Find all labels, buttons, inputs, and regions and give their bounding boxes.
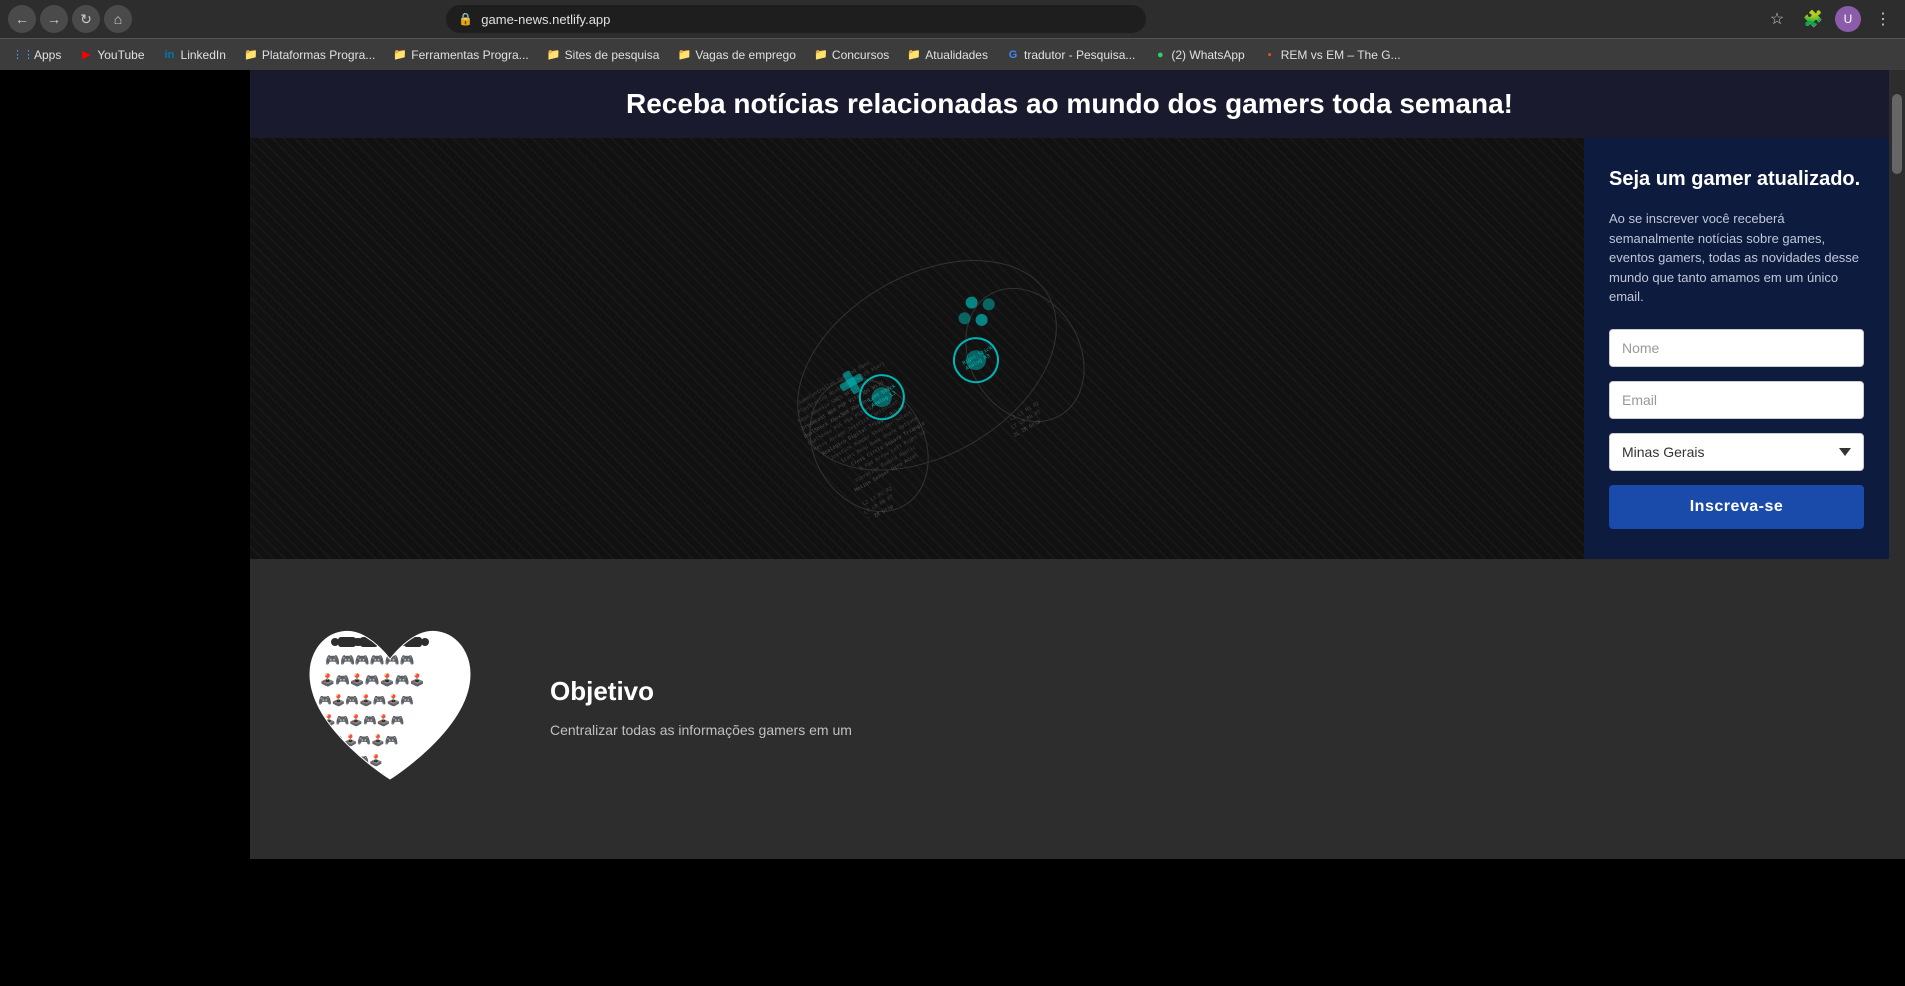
svg-text:🕹️🎮🕹️: 🕹️🎮🕹️ xyxy=(342,754,383,767)
refresh-button[interactable]: ↻ xyxy=(72,5,100,33)
bookmark-rem[interactable]: ▪ REM vs EM – The G... xyxy=(1255,45,1409,65)
menu-button[interactable]: ⋮ xyxy=(1869,5,1897,33)
linkedin-icon: in xyxy=(163,48,177,62)
folder-icon-1: 📁 xyxy=(244,48,258,62)
bookmark-apps[interactable]: ⋮⋮ Apps xyxy=(8,45,69,65)
bookmark-plataformas[interactable]: 📁 Plataformas Progra... xyxy=(236,45,383,65)
bookmark-linkedin-label: LinkedIn xyxy=(181,48,226,62)
form-card-description: Ao se inscrever você receberá semanalmen… xyxy=(1609,209,1864,307)
folder-icon-3: 📁 xyxy=(547,48,561,62)
state-select[interactable]: Minas Gerais São Paulo Rio de Janeiro Ba… xyxy=(1609,433,1864,471)
svg-text:🕹️🎮🕹️🎮🕹️🎮: 🕹️🎮🕹️🎮🕹️🎮 xyxy=(322,714,404,727)
bookmark-sites[interactable]: 📁 Sites de pesquisa xyxy=(539,45,668,65)
rem-icon: ▪ xyxy=(1263,48,1277,62)
bookmark-sites-label: Sites de pesquisa xyxy=(565,48,660,62)
forward-button[interactable]: → xyxy=(40,5,68,33)
bookmark-whatsapp[interactable]: ● (2) WhatsApp xyxy=(1145,45,1252,65)
bookmark-apps-label: Apps xyxy=(34,48,61,62)
svg-text:🎮🕹️🎮🕹️🎮: 🎮🕹️🎮🕹️🎮 xyxy=(330,734,399,747)
main-content-area: Receba notícias relacionadas ao mundo do… xyxy=(250,70,1889,859)
bookmark-tradutor[interactable]: G tradutor - Pesquisa... xyxy=(998,45,1143,65)
browser-actions: ☆ 🧩 U ⋮ xyxy=(1763,5,1897,33)
bookmark-plataformas-label: Plataformas Progra... xyxy=(262,48,375,62)
scrollbar[interactable] xyxy=(1889,70,1905,859)
page-content: Receba notícias relacionadas ao mundo do… xyxy=(0,70,1889,859)
email-input[interactable] xyxy=(1609,381,1864,419)
about-text: Objetivo Centralizar todas as informaçõe… xyxy=(550,676,852,741)
lock-icon: 🔒 xyxy=(458,12,473,26)
svg-text:🎮🕹️🎮🕹️🎮🕹️🎮: 🎮🕹️🎮🕹️🎮🕹️🎮 xyxy=(318,694,414,707)
nav-buttons: ← → ↻ ⌂ xyxy=(8,5,132,33)
page-title: Receba notícias relacionadas ao mundo do… xyxy=(270,88,1869,120)
extensions-button[interactable]: 🧩 xyxy=(1799,5,1827,33)
bookmark-linkedin[interactable]: in LinkedIn xyxy=(155,45,234,65)
folder-icon-6: 📁 xyxy=(907,48,921,62)
folder-icon-5: 📁 xyxy=(814,48,828,62)
bookmark-vagas-label: Vagas de emprego xyxy=(695,48,796,62)
heart-controllers-art: 🎮🎮🎮🎮🎮🎮 🕹️🎮🕹️🎮🕹️🎮🕹️ 🎮🕹️🎮🕹️🎮🕹️🎮 🕹️🎮🕹️🎮🕹️🎮 … xyxy=(300,609,480,809)
youtube-icon: ▶ xyxy=(79,48,93,62)
star-button[interactable]: ☆ xyxy=(1763,5,1791,33)
bookmark-vagas[interactable]: 📁 Vagas de emprego xyxy=(669,45,804,65)
bookmark-youtube-label: YouTube xyxy=(97,48,144,62)
bookmark-whatsapp-label: (2) WhatsApp xyxy=(1171,48,1244,62)
svg-text:🕹️🎮🕹️🎮🕹️🎮🕹️: 🕹️🎮🕹️🎮🕹️🎮🕹️ xyxy=(320,673,425,687)
folder-icon-2: 📁 xyxy=(393,48,407,62)
address-bar[interactable]: 🔒 game-news.netlify.app xyxy=(446,5,1146,33)
back-button[interactable]: ← xyxy=(8,5,36,33)
bookmark-concursos[interactable]: 📁 Concursos xyxy=(806,45,897,65)
left-margin xyxy=(0,70,250,859)
bookmark-ferramentas-label: Ferramentas Progra... xyxy=(411,48,528,62)
url-text: game-news.netlify.app xyxy=(481,12,1134,27)
apps-icon: ⋮⋮ xyxy=(16,48,30,62)
browser-content: Receba notícias relacionadas ao mundo do… xyxy=(0,70,1905,859)
bookmark-ferramentas[interactable]: 📁 Ferramentas Progra... xyxy=(385,45,536,65)
controller-art: GameController GamePad Xbox PlayStation … xyxy=(687,178,1147,518)
browser-topbar: ← → ↻ ⌂ 🔒 game-news.netlify.app ☆ 🧩 U ⋮ xyxy=(0,0,1905,38)
user-avatar[interactable]: U xyxy=(1835,6,1861,32)
browser-chrome: ← → ↻ ⌂ 🔒 game-news.netlify.app ☆ 🧩 U ⋮ … xyxy=(0,0,1905,70)
form-card-title: Seja um gamer atualizado. xyxy=(1609,168,1864,191)
bookmark-atualidades-label: Atualidades xyxy=(925,48,988,62)
scroll-thumb[interactable] xyxy=(1892,94,1902,174)
about-title: Objetivo xyxy=(550,676,852,707)
about-visual: 🎮🎮🎮🎮🎮🎮 🕹️🎮🕹️🎮🕹️🎮🕹️ 🎮🕹️🎮🕹️🎮🕹️🎮 🕹️🎮🕹️🎮🕹️🎮 … xyxy=(290,609,490,809)
home-button[interactable]: ⌂ xyxy=(104,5,132,33)
about-description: Centralizar todas as informações gamers … xyxy=(550,719,852,741)
hero-section: GameController GamePad Xbox PlayStation … xyxy=(250,138,1889,559)
svg-text:🎮: 🎮 xyxy=(372,772,386,784)
form-card: Seja um gamer atualizado. Ao se inscreve… xyxy=(1584,138,1889,559)
about-section: 🎮🎮🎮🎮🎮🎮 🕹️🎮🕹️🎮🕹️🎮🕹️ 🎮🕹️🎮🕹️🎮🕹️🎮 🕹️🎮🕹️🎮🕹️🎮 … xyxy=(250,559,1889,859)
subscribe-button[interactable]: Inscreva-se xyxy=(1609,485,1864,529)
svg-text:🎮🎮🎮🎮🎮🎮: 🎮🎮🎮🎮🎮🎮 xyxy=(325,653,415,667)
bookmark-rem-label: REM vs EM – The G... xyxy=(1281,48,1401,62)
bookmark-tradutor-label: tradutor - Pesquisa... xyxy=(1024,48,1135,62)
google-icon: G xyxy=(1006,48,1020,62)
bookmark-concursos-label: Concursos xyxy=(832,48,889,62)
whatsapp-icon: ● xyxy=(1153,48,1167,62)
bookmark-youtube[interactable]: ▶ YouTube xyxy=(71,45,152,65)
page-header: Receba notícias relacionadas ao mundo do… xyxy=(250,70,1889,138)
folder-icon-4: 📁 xyxy=(677,48,691,62)
hero-visual: GameController GamePad Xbox PlayStation … xyxy=(250,138,1584,559)
bookmark-atualidades[interactable]: 📁 Atualidades xyxy=(899,45,996,65)
name-input[interactable] xyxy=(1609,329,1864,367)
bookmarks-bar: ⋮⋮ Apps ▶ YouTube in LinkedIn 📁 Platafor… xyxy=(0,38,1905,70)
